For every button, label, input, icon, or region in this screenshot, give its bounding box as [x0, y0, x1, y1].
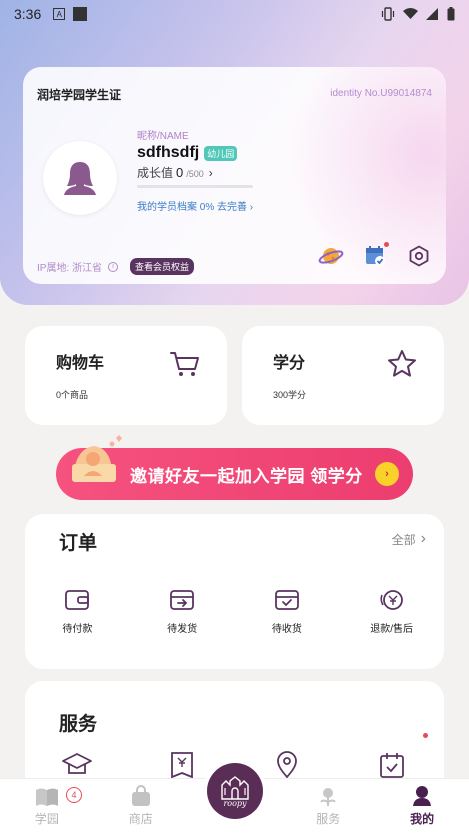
- status-bar: 3:36 A: [0, 0, 469, 28]
- services-title: 服务: [59, 714, 98, 735]
- chevron-right-icon: ›: [208, 166, 213, 180]
- cart-tile[interactable]: 购物车 0个商品: [25, 326, 227, 425]
- vibrate-icon: [381, 7, 395, 21]
- chevron-right-icon: ›: [420, 530, 426, 547]
- user-icon: [413, 786, 432, 806]
- nickname: sdfhsdfj 幼儿园: [137, 144, 238, 162]
- student-card: 润培学园学生证 identity No.U99014874 昵称/NAME sd…: [23, 67, 446, 284]
- tab-mine[interactable]: 我的: [375, 779, 469, 835]
- graduation-cap-icon: [62, 753, 93, 774]
- tab-store[interactable]: 商店: [94, 779, 188, 835]
- order-pending-shipment[interactable]: 待发货: [130, 588, 235, 635]
- service-graduation[interactable]: [25, 751, 130, 779]
- receipt-icon: [171, 752, 194, 779]
- orders-section: 订单 全部 › 待付款 待发货 待收货 退款/售后: [25, 514, 444, 669]
- growth-progress-bar: [137, 185, 253, 188]
- notification-badge: 4: [66, 787, 82, 803]
- identity-number: identity No.U99014874: [330, 88, 432, 99]
- arrow-right-icon: ›: [375, 462, 399, 486]
- brand-wordmark: roopy: [223, 798, 247, 808]
- wallet-icon: [65, 590, 90, 610]
- tab-academy[interactable]: 学园 4: [0, 779, 94, 835]
- signal-icon: [426, 8, 438, 20]
- invite-illustration-icon: [64, 430, 122, 488]
- order-refund[interactable]: 退款/售后: [339, 588, 444, 635]
- wifi-icon: [403, 8, 418, 19]
- new-dot: [423, 733, 428, 738]
- shopping-bag-icon: [131, 785, 150, 806]
- chevron-right-icon: ›: [249, 202, 254, 213]
- order-pending-payment[interactable]: 待付款: [25, 588, 130, 635]
- calendar-check-icon[interactable]: [362, 242, 389, 269]
- points-tile[interactable]: 学分 300学分: [242, 326, 444, 425]
- battery-icon: [447, 7, 455, 21]
- points-count: 300学分: [273, 390, 307, 400]
- notification-app-icon: A: [53, 8, 66, 20]
- user-silhouette-icon: [64, 162, 96, 195]
- nickname-label: 昵称/NAME: [137, 131, 189, 142]
- invite-friends-banner[interactable]: 邀请好友一起加入学园 领学分 ›: [56, 435, 413, 500]
- card-title: 润培学园学生证: [37, 88, 122, 102]
- star-icon: [386, 348, 418, 385]
- castle-logo-icon: [221, 775, 249, 800]
- status-time: 3:36: [14, 6, 42, 22]
- box-arrow-icon: [170, 590, 195, 610]
- growth-value[interactable]: 成长值 0 /500 ›: [137, 164, 213, 181]
- settings-hexagon-icon[interactable]: [406, 243, 432, 269]
- planet-icon[interactable]: [318, 243, 344, 269]
- ip-location: IP属地: 浙江省 i 查看会员权益: [37, 258, 195, 275]
- book-icon: [35, 788, 58, 806]
- tab-services[interactable]: 服务: [281, 779, 375, 835]
- notification-square-icon: [73, 7, 88, 21]
- refund-icon: [380, 590, 403, 610]
- new-dot: [384, 242, 389, 247]
- cart-icon: [169, 348, 201, 385]
- box-check-icon: [274, 590, 299, 610]
- orders-all-link[interactable]: 全部 ›: [392, 530, 426, 548]
- invite-text: 邀请好友一起加入学园 领学分: [130, 467, 363, 486]
- points-title: 学分: [273, 355, 306, 372]
- profile-completion-link[interactable]: 我的学员档案 0% 去完善 ›: [137, 198, 253, 213]
- order-pending-receipt[interactable]: 待收货: [235, 588, 340, 635]
- level-badge: 幼儿园: [204, 145, 238, 161]
- center-home-button[interactable]: roopy: [203, 759, 267, 823]
- cart-count: 0个商品: [56, 390, 89, 400]
- cart-title: 购物车: [56, 355, 105, 372]
- calendar-check-icon: [379, 753, 404, 778]
- info-icon[interactable]: i: [108, 261, 119, 272]
- orders-title: 订单: [59, 533, 98, 554]
- vip-benefits-button[interactable]: 查看会员权益: [130, 258, 195, 275]
- avatar[interactable]: [43, 141, 117, 215]
- location-pin-icon: [276, 751, 297, 779]
- flower-icon: [320, 788, 337, 806]
- service-calendar[interactable]: [339, 733, 444, 779]
